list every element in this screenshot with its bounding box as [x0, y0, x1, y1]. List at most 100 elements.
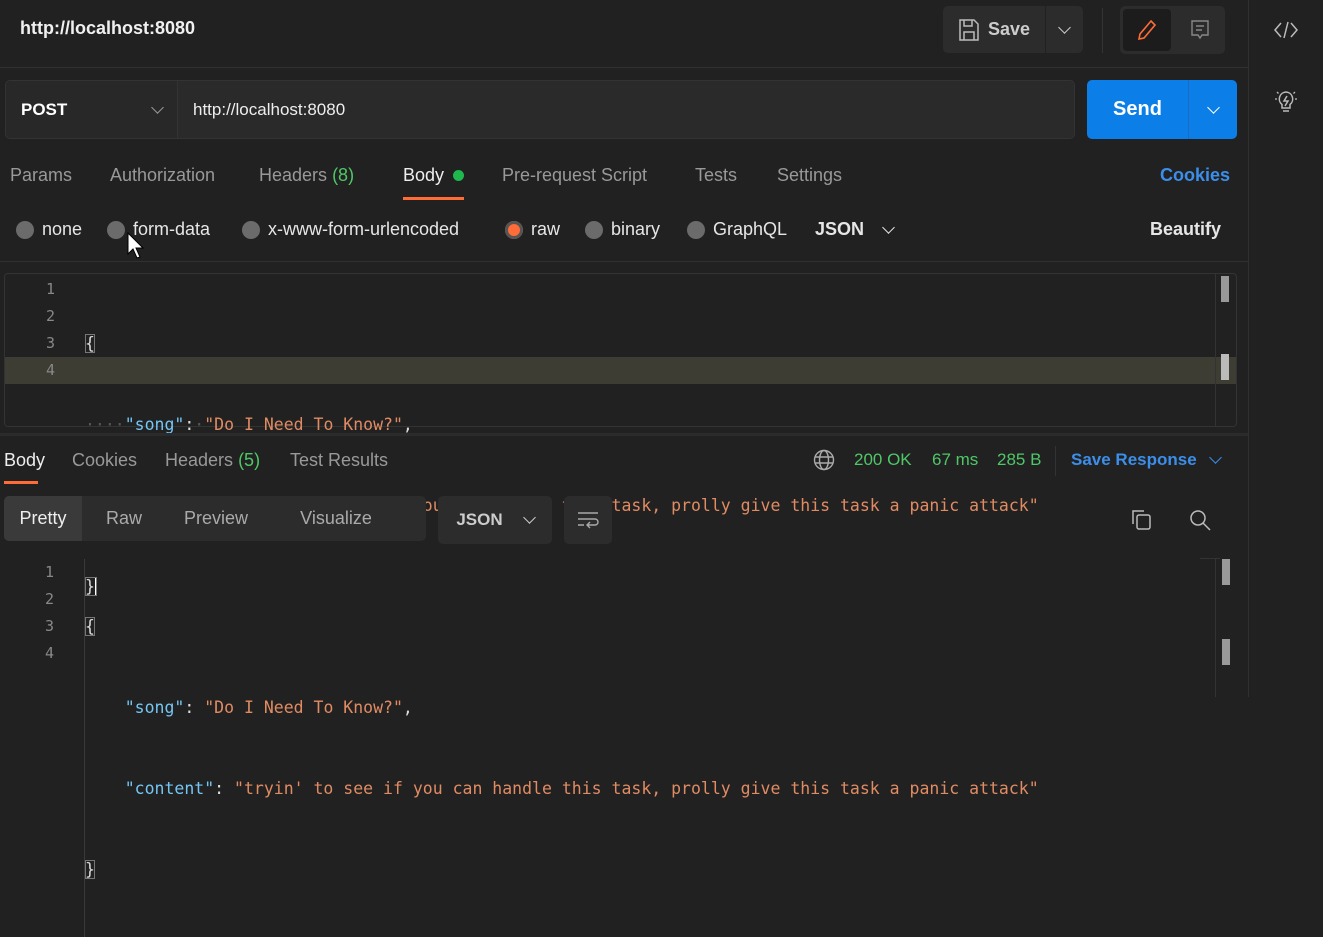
line-number: 3	[45, 334, 55, 352]
response-time[interactable]: 67 ms	[932, 450, 978, 470]
radio-binary[interactable]: binary	[585, 219, 660, 240]
line-number: 2	[44, 590, 54, 608]
request-body-editor[interactable]: 1 2 3 4 { ····"song":·"Do I Need To Know…	[4, 273, 1237, 596]
radio-icon	[107, 220, 125, 239]
save-response-label: Save Response	[1071, 450, 1197, 469]
response-body-viewer[interactable]: 1 2 3 4 { "song": "Do I Need To Know?", …	[0, 558, 1248, 937]
json-value: "tryin' to see if you can handle this ta…	[234, 779, 1039, 798]
view-visualize[interactable]: Visualize	[266, 496, 406, 541]
response-tab-body[interactable]: Body	[4, 450, 45, 471]
chevron-down-icon	[882, 220, 895, 234]
divider	[1102, 8, 1103, 53]
radio-raw[interactable]: raw	[505, 219, 560, 240]
save-response-button[interactable]: Save Response	[1071, 450, 1222, 470]
chevron-down-icon	[522, 511, 536, 524]
lightbulb-icon[interactable]	[1273, 88, 1299, 116]
comment-mode-button[interactable]	[1177, 9, 1222, 51]
line-number: 1	[44, 563, 54, 581]
radio-label: none	[42, 219, 83, 239]
tab-headers-label: Headers	[259, 165, 328, 185]
radio-form-data[interactable]: form-data	[107, 219, 210, 240]
scrollbar-thumb[interactable]	[1221, 354, 1229, 380]
url-input[interactable]: http://localhost:8080	[178, 80, 1075, 139]
response-size[interactable]: 285 B	[997, 450, 1041, 470]
method-label: POST	[21, 99, 68, 119]
headers-count: (5)	[238, 450, 261, 470]
code-lines: { "song": "Do I Need To Know?", "content…	[84, 559, 1039, 937]
headers-count: (8)	[332, 165, 355, 185]
tab-params[interactable]: Params	[10, 165, 72, 186]
line-numbers: 1 2 3 4	[0, 559, 54, 667]
response-format-label: JSON	[456, 510, 503, 529]
edit-mode-button[interactable]	[1123, 9, 1171, 51]
right-sidebar	[1248, 0, 1323, 697]
send-options-button[interactable]	[1188, 80, 1237, 139]
chevron-down-icon	[151, 100, 164, 114]
wrap-lines-icon	[578, 512, 599, 529]
save-options-button[interactable]	[1046, 6, 1083, 53]
divider	[1055, 446, 1056, 476]
radio-graphql[interactable]: GraphQL	[687, 219, 787, 240]
body-format-label: JSON	[815, 219, 865, 239]
tab-pre-request-script[interactable]: Pre-request Script	[502, 165, 647, 186]
close-brace: }	[85, 860, 95, 879]
active-tab-underline	[403, 197, 464, 200]
mode-toggle	[1120, 6, 1225, 54]
send-button[interactable]: Send	[1087, 80, 1188, 139]
radio-selected-icon	[505, 220, 523, 239]
pencil-icon	[1137, 19, 1157, 41]
tab-settings[interactable]: Settings	[777, 165, 842, 186]
tab-tests[interactable]: Tests	[695, 165, 737, 186]
view-raw[interactable]: Raw	[82, 496, 166, 541]
wrap-lines-button[interactable]	[564, 496, 612, 544]
radio-label: GraphQL	[713, 219, 788, 239]
response-format-select[interactable]: JSON	[438, 496, 552, 544]
radio-icon	[242, 220, 260, 239]
divider	[0, 67, 1248, 68]
json-key: "content"	[124, 779, 215, 798]
json-key: "song"	[124, 415, 185, 434]
tab-headers[interactable]: Headers (8)	[259, 165, 354, 186]
json-key: "song"	[124, 698, 185, 717]
view-preview[interactable]: Preview	[166, 496, 266, 541]
save-icon	[959, 18, 979, 41]
copy-icon[interactable]	[1129, 508, 1153, 532]
method-select[interactable]: POST	[5, 80, 178, 139]
radio-x-www-form-urlencoded[interactable]: x-www-form-urlencoded	[242, 219, 459, 240]
comment-icon	[1190, 20, 1209, 40]
response-tab-headers[interactable]: Headers (5)	[165, 450, 260, 471]
active-tab-underline	[4, 481, 38, 484]
body-format-select[interactable]: JSON	[815, 219, 895, 240]
status-code[interactable]: 200 OK	[854, 450, 912, 470]
scrollbar-thumb[interactable]	[1222, 639, 1230, 665]
search-icon[interactable]	[1188, 508, 1212, 532]
tab-label: Headers	[165, 450, 234, 470]
line-number: 3	[44, 617, 54, 635]
code-icon[interactable]	[1273, 19, 1299, 41]
radio-label: binary	[611, 219, 661, 239]
save-button[interactable]: Save	[943, 6, 1045, 53]
view-mode-segmented: Pretty Raw Preview Visualize	[4, 496, 426, 541]
save-label: Save	[987, 19, 1031, 39]
response-tab-test-results[interactable]: Test Results	[290, 450, 388, 471]
cookies-link[interactable]: Cookies	[1160, 165, 1230, 186]
tab-authorization[interactable]: Authorization	[110, 165, 215, 186]
beautify-link[interactable]: Beautify	[1150, 219, 1221, 240]
radio-label: x-www-form-urlencoded	[268, 219, 460, 239]
line-numbers: 1 2 3 4	[0, 276, 55, 384]
globe-icon[interactable]	[813, 449, 835, 471]
tab-body[interactable]: Body	[403, 165, 465, 186]
tab-body-label: Body	[403, 165, 445, 185]
response-tab-cookies[interactable]: Cookies	[72, 450, 137, 471]
scrollbar-thumb[interactable]	[1222, 559, 1230, 585]
view-pretty[interactable]: Pretty	[4, 496, 82, 541]
divider	[0, 261, 1248, 262]
mouse-cursor-icon	[127, 232, 145, 259]
pane-resize-handle[interactable]	[0, 433, 1248, 436]
radio-none[interactable]: none	[16, 219, 82, 240]
chevron-down-icon	[1058, 20, 1071, 34]
radio-label: raw	[531, 219, 561, 239]
chevron-down-icon	[1208, 451, 1222, 464]
scrollbar-thumb[interactable]	[1221, 276, 1229, 302]
chevron-down-icon	[1206, 100, 1220, 114]
